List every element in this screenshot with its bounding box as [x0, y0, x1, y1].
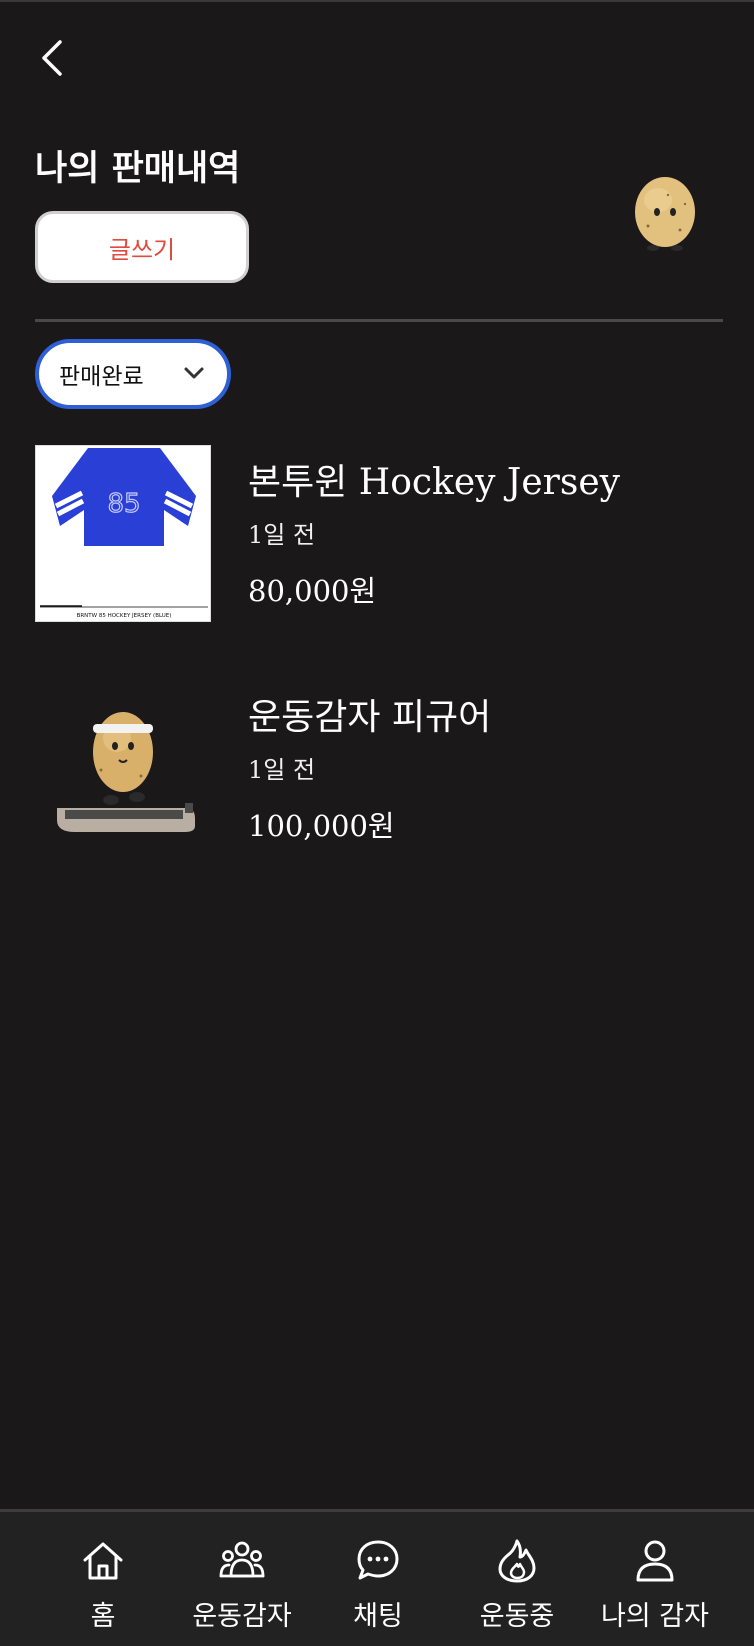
nav-label: 나의 감자	[601, 1601, 709, 1632]
item-title: 본투윈 Hockey Jersey	[248, 462, 620, 503]
chevron-down-icon	[184, 367, 204, 379]
filter-selected-value: 판매완료	[59, 364, 144, 390]
flame-icon	[498, 1539, 536, 1583]
nav-my-potato[interactable]: 나의 감자	[592, 1512, 718, 1646]
nav-working-out[interactable]: 운동중	[462, 1512, 572, 1646]
nav-label: 운동중	[479, 1601, 555, 1632]
item-price: 80,000원	[248, 574, 377, 608]
nav-label: 홈	[90, 1601, 116, 1632]
potato-mascot-image	[628, 170, 702, 252]
write-post-button[interactable]: 글쓰기	[35, 211, 249, 283]
nav-chat[interactable]: 채팅	[333, 1512, 423, 1646]
section-divider	[35, 319, 723, 322]
nav-workout-potatoes[interactable]: 운동감자	[178, 1512, 306, 1646]
nav-home[interactable]: 홈	[58, 1512, 148, 1646]
page-title: 나의 판매내역	[35, 149, 241, 189]
chevron-left-icon	[42, 40, 62, 76]
jersey-number: 85	[107, 489, 140, 519]
list-item[interactable]: 85 BRNTW 85 HOCKEY JERSEY (BLUE) 본투윈 Hoc…	[35, 445, 723, 625]
chat-icon	[357, 1540, 399, 1580]
group-icon	[219, 1541, 265, 1578]
item-price: 100,000원	[248, 809, 395, 843]
bottom-navigation: 홈 운동감자 채팅 운동중 나의 감자	[0, 1509, 754, 1646]
nav-label: 운동감자	[192, 1601, 292, 1632]
item-title: 운동감자 피규어	[248, 697, 492, 738]
item-time: 1일 전	[248, 521, 316, 549]
sales-history-screen: 나의 판매내역 글쓰기 판매완료 85 BRNTW 85 HOCKEY JERS…	[0, 0, 754, 1646]
item-time: 1일 전	[248, 756, 316, 784]
person-icon	[636, 1540, 674, 1582]
home-icon	[83, 1542, 123, 1580]
potato-figure-thumbnail	[35, 680, 211, 857]
hockey-jersey-thumbnail: 85 BRNTW 85 HOCKEY JERSEY (BLUE)	[35, 445, 211, 622]
back-button[interactable]	[34, 36, 74, 80]
status-filter-dropdown[interactable]: 판매완료	[35, 339, 231, 409]
list-item[interactable]: 운동감자 피규어 1일 전 100,000원	[35, 680, 723, 860]
nav-label: 채팅	[353, 1601, 403, 1632]
jersey-caption: BRNTW 85 HOCKEY JERSEY (BLUE)	[77, 613, 172, 619]
